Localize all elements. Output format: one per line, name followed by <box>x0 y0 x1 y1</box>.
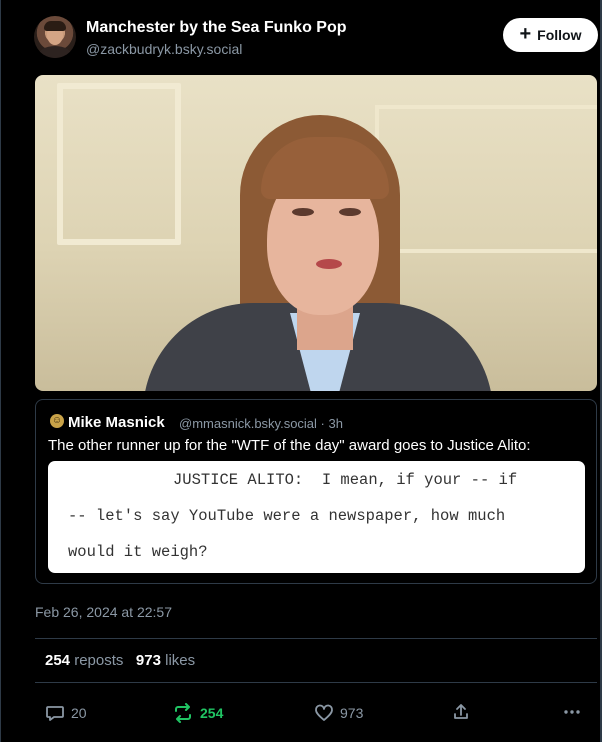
quoted-post[interactable]: ☺ Mike Masnick @mmasnick.bsky.social · 3… <box>35 399 597 584</box>
likes-count[interactable]: 973 <box>136 652 161 669</box>
repost-button[interactable]: 254 <box>172 703 223 723</box>
share-icon <box>454 704 468 719</box>
quote-image[interactable]: JUSTICE ALITO: I mean, if your -- if -- … <box>48 461 585 573</box>
quote-image-line: JUSTICE ALITO: I mean, if your -- if <box>173 471 518 489</box>
divider <box>35 638 597 639</box>
quote-author-meta: @mmasnick.bsky.social · 3h <box>179 416 343 431</box>
like-count: 973 <box>340 705 364 721</box>
quote-text: The other runner up for the "WTF of the … <box>48 437 531 454</box>
quote-image-line: would it weigh? <box>68 543 208 561</box>
repost-icon <box>175 703 191 723</box>
follow-button[interactable]: + Follow <box>503 18 598 52</box>
quote-author-avatar: ☺ <box>50 414 64 428</box>
quote-author-name: Mike Masnick <box>68 414 165 431</box>
share-button[interactable] <box>451 702 471 722</box>
reposts-label[interactable]: reposts <box>74 652 123 669</box>
post-timestamp[interactable]: Feb 26, 2024 at 22:57 <box>35 604 172 620</box>
reply-icon <box>46 706 64 721</box>
likes-label[interactable]: likes <box>165 652 195 669</box>
more-options-button[interactable] <box>563 702 581 722</box>
author-display-name[interactable]: Manchester by the Sea Funko Pop <box>86 19 347 37</box>
author-avatar[interactable] <box>34 16 76 58</box>
quote-image-line: -- let's say YouTube were a newspaper, h… <box>68 507 506 525</box>
like-button[interactable]: 973 <box>314 703 363 723</box>
frame-border-left <box>0 0 1 742</box>
engagement-stats: 254 reposts 973 likes <box>45 652 195 669</box>
reply-button[interactable]: 20 <box>45 703 87 723</box>
repost-count: 254 <box>200 705 224 721</box>
author-handle[interactable]: @zackbudryk.bsky.social <box>86 41 242 57</box>
heart-icon <box>315 704 333 721</box>
action-bar: 20 254 973 <box>0 700 602 726</box>
plus-icon: + <box>519 23 532 45</box>
reposts-count[interactable]: 254 <box>45 652 70 669</box>
post-image[interactable] <box>35 75 597 391</box>
follow-label: Follow <box>537 27 582 43</box>
more-icon <box>564 710 580 714</box>
post-header: Manchester by the Sea Funko Pop @zackbud… <box>0 0 602 72</box>
reply-count: 20 <box>71 705 87 721</box>
divider <box>35 682 597 683</box>
